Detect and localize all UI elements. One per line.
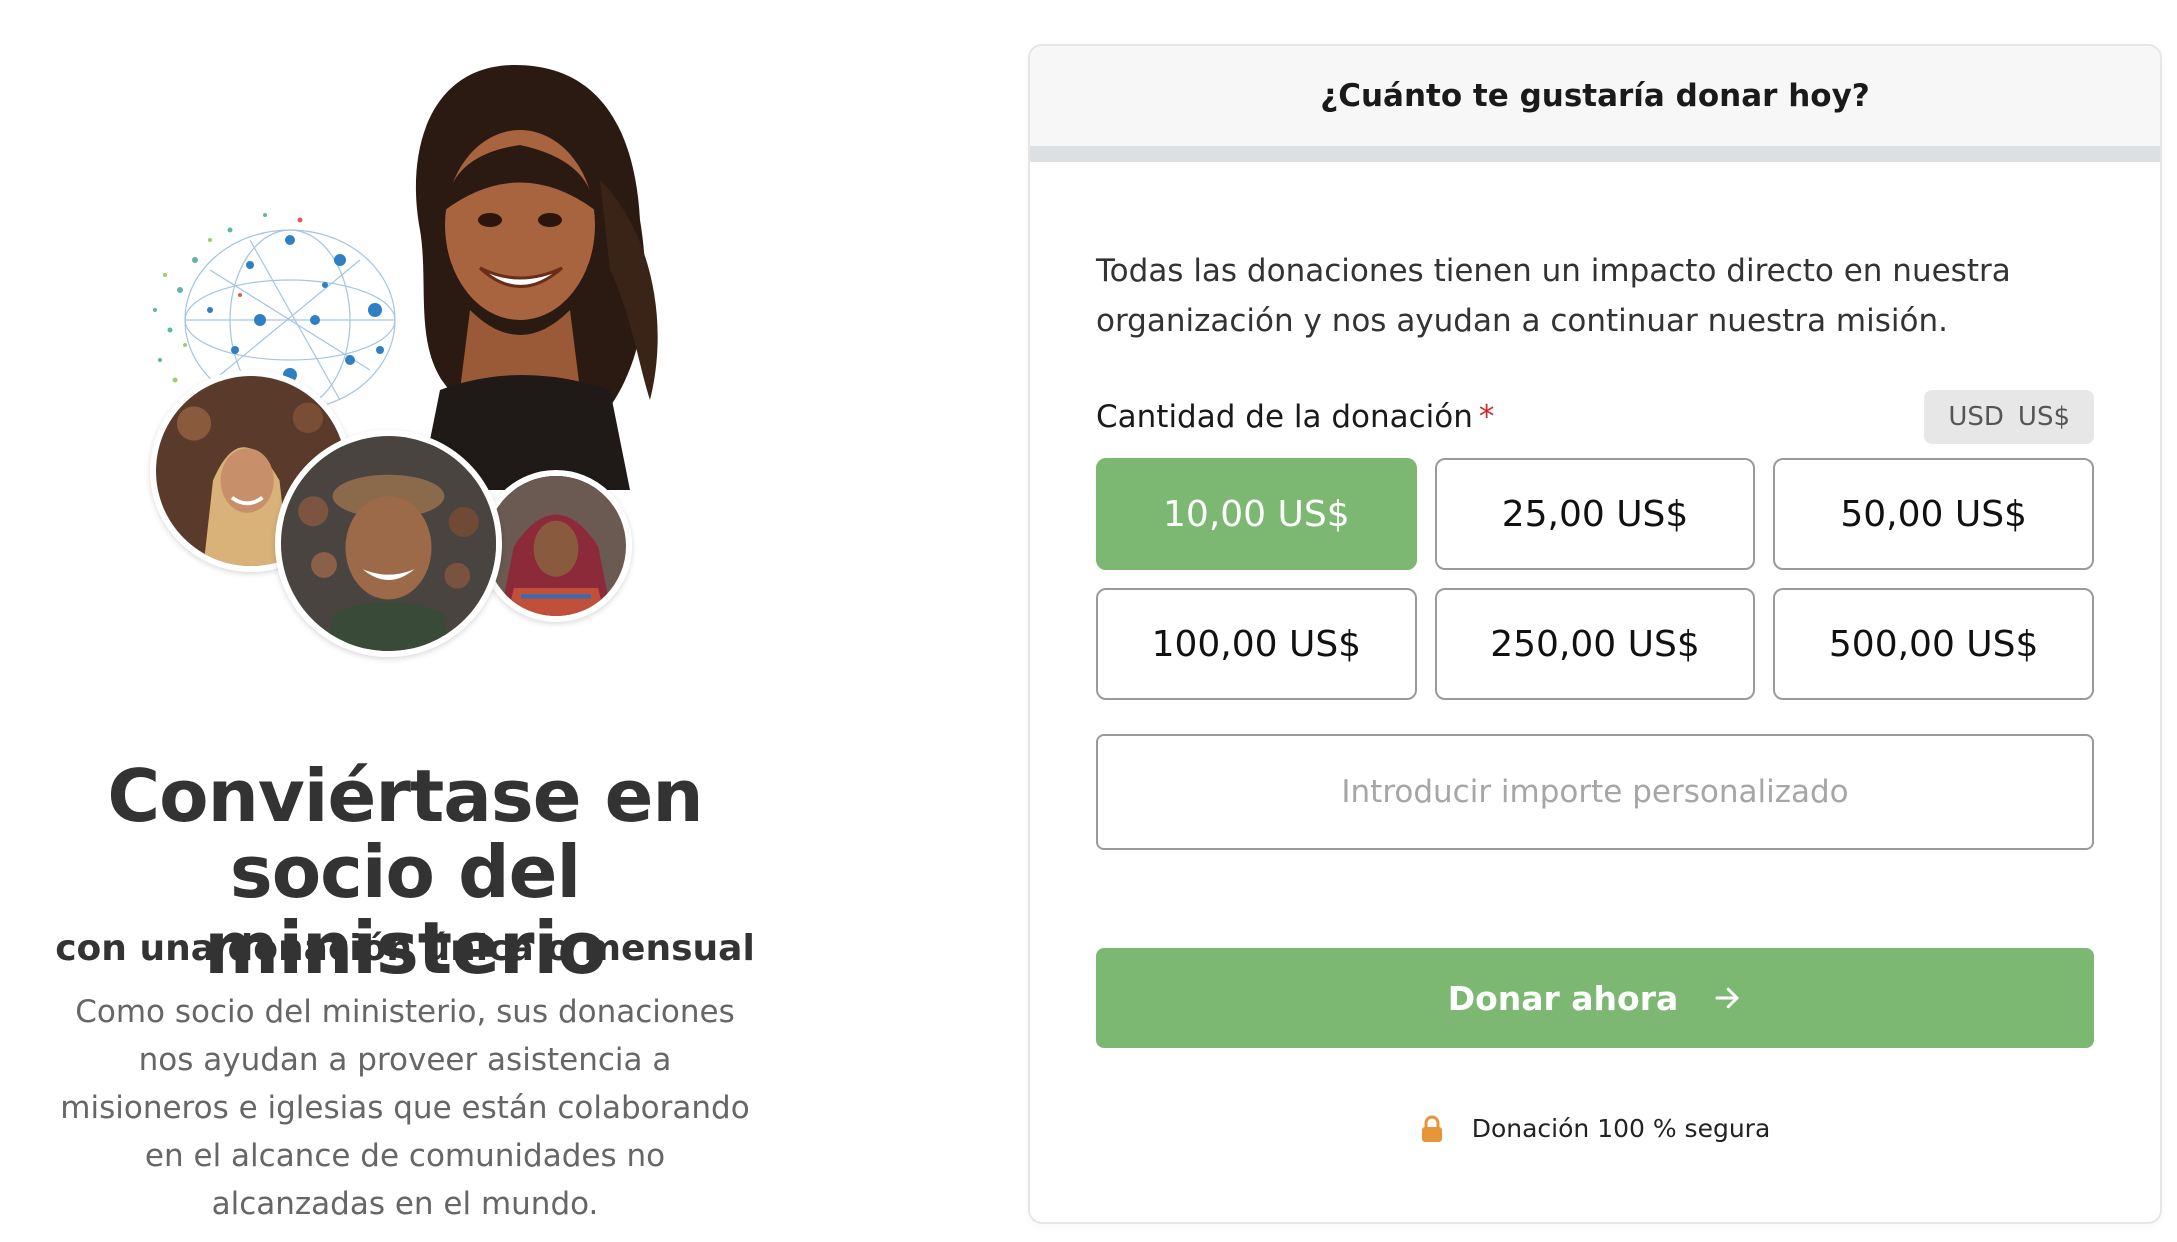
donate-now-label: Donar ahora	[1447, 978, 1679, 1018]
amount-label-text: Cantidad de la donación	[1096, 399, 1473, 435]
amount-option-250[interactable]: 250,00 US$	[1434, 588, 1756, 700]
hero-title-line-1: Conviértase en	[107, 754, 703, 838]
donation-form: Todas las donaciones tienen un impacto d…	[1030, 246, 2160, 1143]
hero-subtitle: con una donación única o mensual	[55, 928, 755, 969]
donation-card: ¿Cuánto te gustaría donar hoy? Todas las…	[1028, 44, 2162, 1224]
currency-symbol: US$	[2017, 402, 2070, 432]
hero-illustration	[140, 60, 680, 660]
amount-option-100[interactable]: 100,00 US$	[1096, 588, 1417, 700]
secure-donation-note: Donación 100 % segura	[1096, 1114, 2094, 1143]
secure-donation-text: Donación 100 % segura	[1471, 1114, 1771, 1143]
amount-option-500[interactable]: 500,00 US$	[1773, 588, 2094, 700]
amount-option-50[interactable]: 50,00 US$	[1773, 458, 2094, 570]
lock-icon	[1420, 1115, 1444, 1143]
progress-bar	[1030, 146, 2160, 162]
donation-intro-text: Todas las donaciones tienen un impacto d…	[1096, 253, 2011, 339]
hero-section: Conviértase en socio del ministerio con …	[0, 0, 810, 1242]
woman-traditional-bubble	[480, 470, 632, 622]
amount-option-25[interactable]: 25,00 US$	[1434, 458, 1756, 570]
arrow-right-icon	[1712, 983, 1742, 1013]
custom-amount-input[interactable]	[1096, 734, 2094, 850]
required-asterisk: *	[1478, 399, 1495, 435]
currency-code: USD	[1948, 402, 2004, 432]
hero-description: Como socio del ministerio, sus donacione…	[60, 994, 750, 1222]
currency-selector[interactable]: USD US$	[1924, 390, 2094, 444]
donation-card-header: ¿Cuánto te gustaría donar hoy?	[1030, 46, 2160, 146]
amount-header-row: Cantidad de la donación * USD US$	[1096, 390, 2094, 444]
woman-portrait-image	[415, 65, 658, 490]
amount-label: Cantidad de la donación *	[1096, 399, 1494, 435]
amount-options: 10,00 US$ 25,00 US$ 50,00 US$ 100,00 US$…	[1096, 458, 2094, 700]
donate-now-button[interactable]: Donar ahora	[1096, 948, 2094, 1048]
amount-option-10[interactable]: 10,00 US$	[1096, 458, 1417, 570]
man-smiling-bubble	[275, 430, 502, 657]
